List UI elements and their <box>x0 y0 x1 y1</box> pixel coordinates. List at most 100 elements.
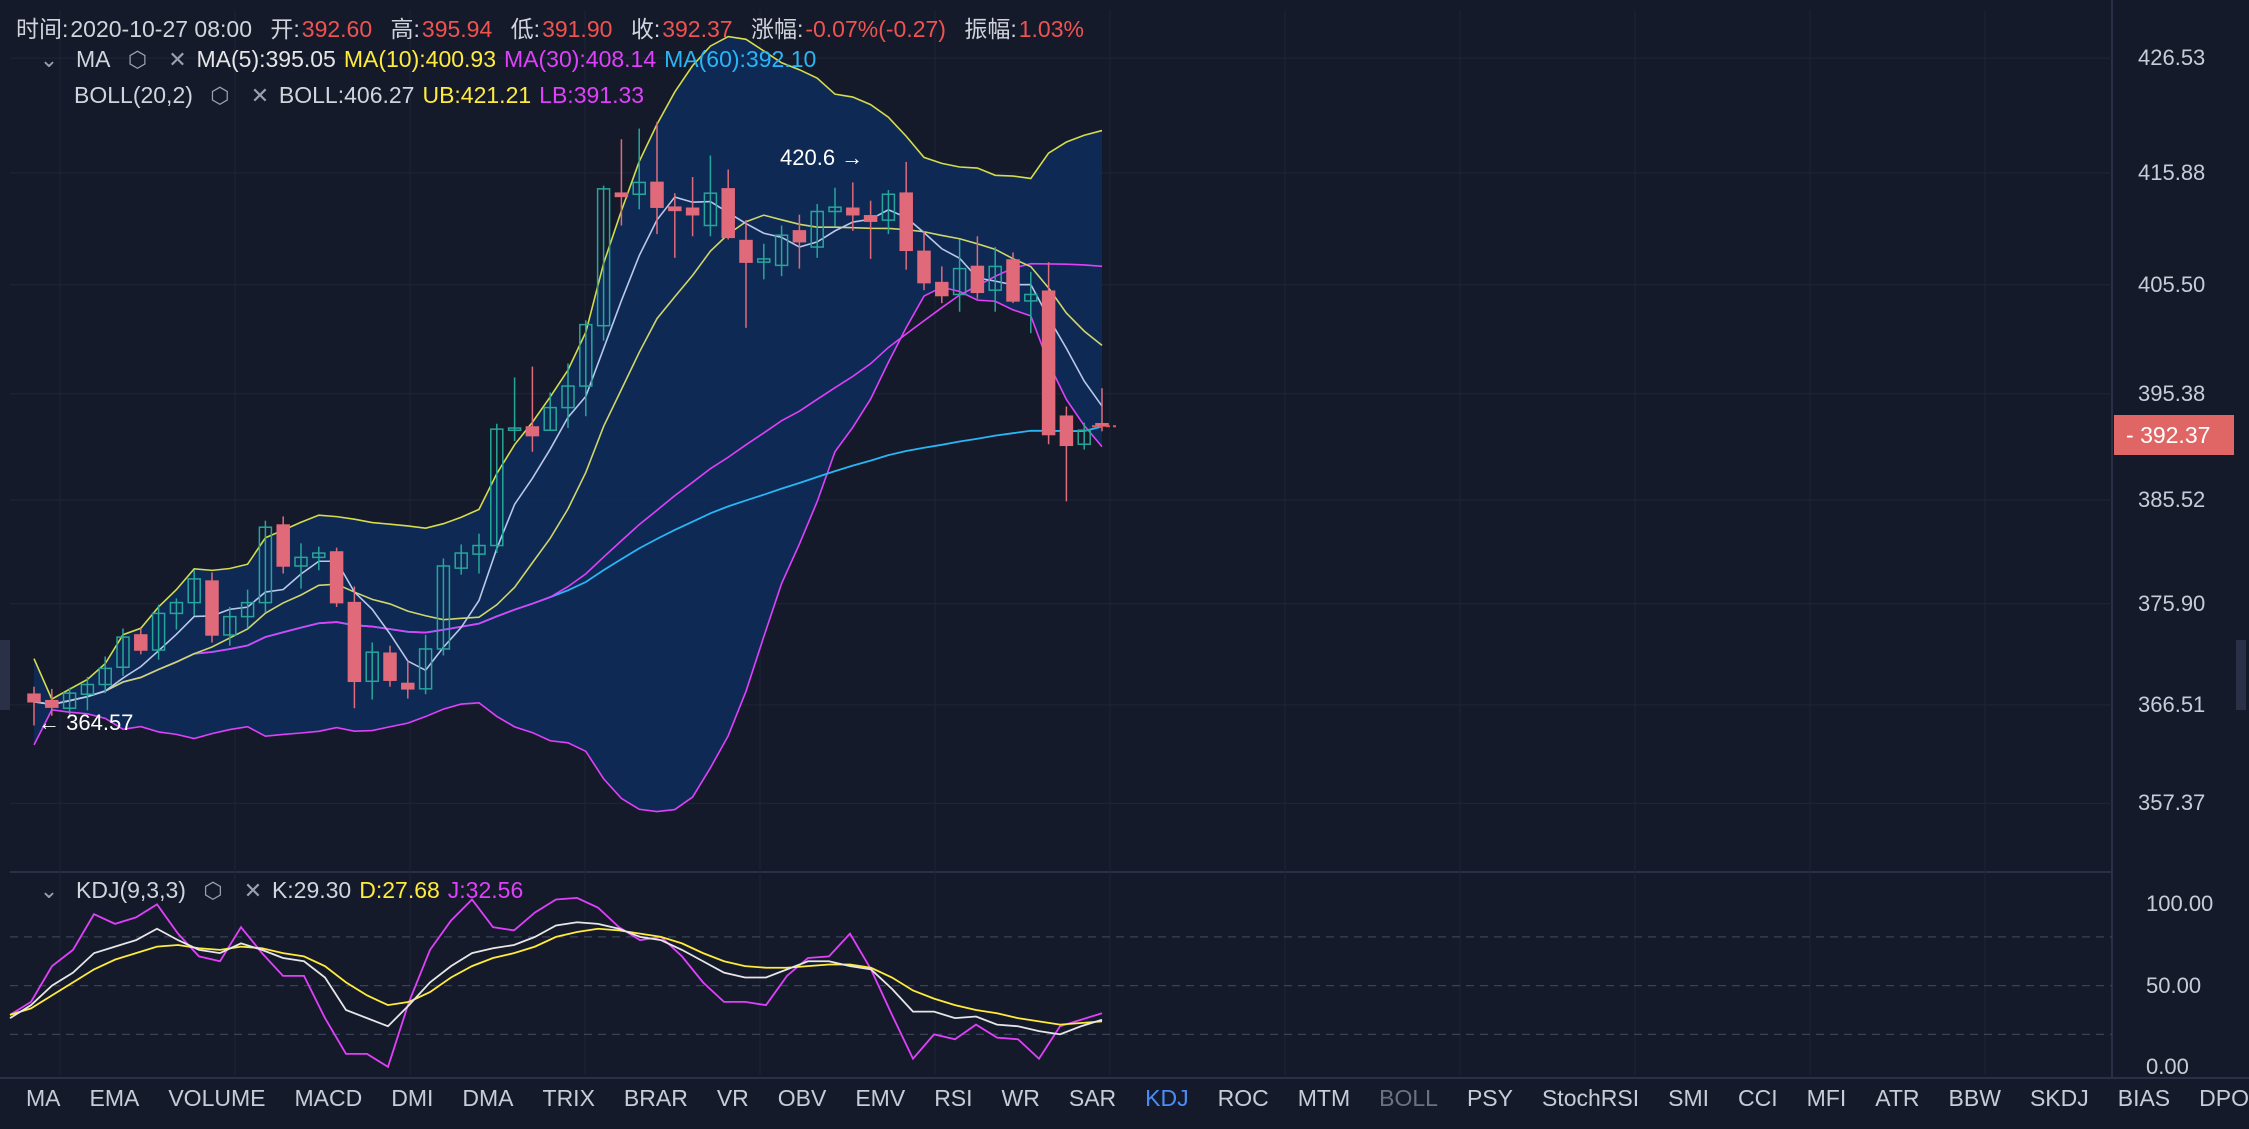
tab-dma[interactable]: DMA <box>462 1085 513 1112</box>
candle-body <box>205 580 219 636</box>
tab-atr[interactable]: ATR <box>1875 1085 1919 1112</box>
high-label: 高: <box>390 16 420 42</box>
left-scroll-handle[interactable] <box>0 640 10 710</box>
right-scroll-handle[interactable] <box>2236 640 2246 710</box>
price-axis-tick: 426.53 <box>2138 45 2206 71</box>
settings-icon[interactable]: ⬡ <box>200 878 226 904</box>
candle-body <box>739 239 753 263</box>
tab-smi[interactable]: SMI <box>1668 1085 1709 1112</box>
time-value: 2020-10-27 08:00 <box>70 16 252 42</box>
amp-label: 振幅: <box>964 16 1017 42</box>
price-axis-tick: 405.50 <box>2138 271 2206 297</box>
high-value: 395.94 <box>421 16 493 42</box>
tab-kdj[interactable]: KDJ <box>1145 1085 1188 1112</box>
tab-rsi[interactable]: RSI <box>934 1085 972 1112</box>
candle-body <box>650 181 664 208</box>
ma-legend: ⌄ MA ⬡ ✕ MA(5):395.05 MA(10):400.93 MA(3… <box>36 46 817 73</box>
tab-emv[interactable]: EMV <box>855 1085 905 1112</box>
candle-body <box>45 699 59 708</box>
candle-body <box>970 265 985 294</box>
current-price-tag: - 392.37 <box>2114 415 2234 455</box>
high-annotation-value: 420.6 <box>780 145 836 170</box>
chart-canvas[interactable] <box>0 0 2249 1129</box>
kdj-k-value: K:29.30 <box>271 877 352 903</box>
tab-mfi[interactable]: MFI <box>1807 1085 1847 1112</box>
tab-roc[interactable]: ROC <box>1218 1085 1269 1112</box>
kdj-legend-name: KDJ(9,3,3) <box>76 877 186 903</box>
tab-dmi[interactable]: DMI <box>391 1085 433 1112</box>
current-price-value: 392.37 <box>2140 422 2211 448</box>
price-axis-tick: 385.52 <box>2138 487 2206 513</box>
tab-ma[interactable]: MA <box>26 1085 61 1112</box>
candle-body <box>917 250 931 284</box>
tab-bias[interactable]: BIAS <box>2118 1085 2170 1112</box>
left-arrow-icon: ← <box>38 710 67 735</box>
time-label: 时间: <box>16 16 69 42</box>
tab-mtm[interactable]: MTM <box>1298 1085 1350 1112</box>
settings-icon[interactable]: ⬡ <box>125 47 151 73</box>
chevron-down-icon[interactable]: ⌄ <box>36 47 62 73</box>
ma60-value: MA(60):392.10 <box>664 46 817 72</box>
tab-psy[interactable]: PSY <box>1467 1085 1513 1112</box>
candle-body <box>899 192 913 252</box>
tab-ema[interactable]: EMA <box>90 1085 140 1112</box>
current-price-dash: - <box>2126 422 2141 448</box>
tab-dpo[interactable]: DPO <box>2199 1085 2249 1112</box>
amp-value: 1.03% <box>1018 16 1084 42</box>
price-axis-tick: 357.37 <box>2138 790 2206 816</box>
close-label: 收: <box>630 16 661 42</box>
candle-body <box>347 601 362 683</box>
tab-brar[interactable]: BRAR <box>624 1085 688 1112</box>
boll-value: BOLL:406.27 <box>278 82 415 108</box>
indicator-tabs: MA EMA VOLUME MACD DMI DMA TRIX BRAR VR OBV EMV RSI… <box>0 1078 2249 1118</box>
kdj-axis-tick: 50.00 <box>2146 972 2202 998</box>
boll-legend-name: BOLL(20,2) <box>74 82 193 108</box>
open-label: 开: <box>270 16 300 42</box>
chevron-down-icon[interactable]: ⌄ <box>36 878 62 904</box>
low-annotation: ← 364.57 <box>38 710 133 736</box>
high-annotation: 420.6 → <box>780 145 863 171</box>
tab-vr[interactable]: VR <box>717 1085 749 1112</box>
tab-skdj[interactable]: SKDJ <box>2030 1085 2089 1112</box>
kdj-d-value: D:27.68 <box>359 877 440 903</box>
candle-body <box>329 551 344 604</box>
tab-obv[interactable]: OBV <box>778 1085 827 1112</box>
ma-legend-name: MA <box>76 46 111 72</box>
candle-body <box>383 652 397 681</box>
ma10-value: MA(10):400.93 <box>343 46 496 72</box>
close-icon[interactable]: ✕ <box>247 83 273 109</box>
open-value: 392.60 <box>301 16 373 42</box>
candle-body <box>935 281 949 297</box>
ma30-value: MA(30):408.14 <box>504 46 657 72</box>
candle-body <box>134 634 148 651</box>
tab-macd[interactable]: MACD <box>294 1085 362 1112</box>
tab-sar[interactable]: SAR <box>1069 1085 1116 1112</box>
candle-body <box>401 682 415 690</box>
tab-bbw[interactable]: BBW <box>1949 1085 2001 1112</box>
tab-stochrsi[interactable]: StochRSI <box>1542 1085 1639 1112</box>
tab-boll[interactable]: BOLL <box>1379 1085 1438 1112</box>
tab-volume[interactable]: VOLUME <box>168 1085 265 1112</box>
ohlc-info-bar: 时间:2020-10-27 08:00 开:392.60 高:395.94 低:… <box>16 10 1086 44</box>
candle-body <box>1059 415 1074 447</box>
candle-body <box>668 206 682 212</box>
boll-legend: BOLL(20,2) ⬡ ✕ BOLL:406.27 UB:421.21 LB:… <box>74 82 644 109</box>
settings-icon[interactable]: ⬡ <box>207 83 233 109</box>
close-icon[interactable]: ✕ <box>165 47 191 73</box>
boll-ub-value: UB:421.21 <box>422 82 532 108</box>
tab-trix[interactable]: TRIX <box>543 1085 595 1112</box>
kdj-legend: ⌄ KDJ(9,3,3) ⬡ ✕ K:29.30 D:27.68 J:32.56 <box>36 877 523 904</box>
candle-body <box>721 188 735 239</box>
tab-cci[interactable]: CCI <box>1738 1085 1778 1112</box>
candle-body <box>1041 290 1056 436</box>
tab-wr[interactable]: WR <box>1002 1085 1040 1112</box>
price-axis-tick: 375.90 <box>2138 590 2206 616</box>
candle-body <box>685 207 700 216</box>
change-label: 涨幅: <box>750 16 804 42</box>
candle-body <box>1006 259 1020 302</box>
close-icon[interactable]: ✕ <box>240 878 266 904</box>
price-axis-tick: 395.38 <box>2138 380 2206 406</box>
candle-body <box>792 230 807 243</box>
low-annotation-value: 364.57 <box>66 710 134 735</box>
boll-lb-value: LB:391.33 <box>539 82 645 108</box>
